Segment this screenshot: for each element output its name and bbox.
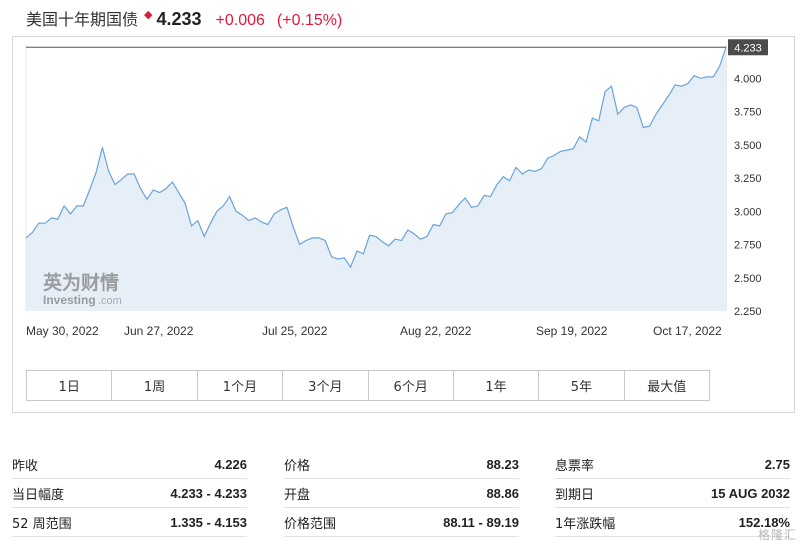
stat-value: 2.75 (764, 456, 790, 472)
stat-value: 88.86 (486, 485, 519, 501)
stats-column-3: 息票率 2.75 到期日 15 AUG 2032 1年涨跌幅 152.18% (555, 450, 790, 537)
last-price: 4.233 (156, 9, 202, 29)
x-tick-label: Sep 19, 2022 (536, 324, 608, 338)
stat-label: 1年涨跌幅 (555, 516, 616, 532)
range-button-1y[interactable]: 1年 (453, 371, 540, 400)
chart-panel: 4.233 4.000 3.750 3.500 3.250 3.000 2.750 2.500… (12, 36, 795, 413)
stat-row: 52 周范围 1.335 - 4.153 (12, 508, 247, 537)
stat-value: 4.226 (214, 456, 247, 472)
y-tick-label: 2.500 (734, 273, 762, 285)
stat-value: 15 AUG 2032 (710, 485, 790, 501)
stat-label: 息票率 (555, 458, 595, 474)
range-button-max[interactable]: 最大值 (624, 371, 709, 400)
series-area-fill (26, 47, 726, 312)
stat-value: 4.233 - 4.233 (170, 485, 247, 501)
stat-label: 当日幅度 (12, 487, 65, 503)
stat-value: 88.23 (486, 456, 519, 472)
y-tick-label: 3.750 (734, 107, 762, 119)
range-button-3m[interactable]: 3个月 (283, 371, 369, 400)
x-tick-label: Jun 27, 2022 (124, 324, 194, 338)
stat-row: 当日幅度 4.233 - 4.233 (12, 479, 247, 508)
instrument-title: 美国十年期国债 (26, 10, 139, 29)
up-marker-icon: ◆ (144, 9, 153, 21)
y-tick-label: 2.750 (734, 240, 762, 252)
time-range-selector: 1日 1周 1个月 3个月 6个月 1年 5年 最大值 (26, 370, 710, 401)
range-button-5y[interactable]: 5年 (539, 371, 625, 400)
investing-logo-suffix: .com (98, 295, 122, 307)
x-tick-label: Jul 25, 2022 (262, 324, 328, 338)
stat-row: 到期日 15 AUG 2032 (555, 479, 790, 508)
watermark-logo: 格隆汇 (757, 528, 797, 542)
range-button-1m[interactable]: 1个月 (197, 371, 284, 400)
last-value-label: 4.233 (734, 42, 762, 54)
x-tick-label: Oct 17, 2022 (653, 324, 722, 338)
y-tick-label: 3.500 (734, 140, 762, 152)
stat-label: 价格 (284, 458, 311, 474)
stat-row: 价格 88.23 (284, 450, 519, 479)
range-button-6m[interactable]: 6个月 (368, 371, 454, 400)
stat-label: 到期日 (555, 487, 595, 503)
price-change-percent: (+0.15%) (276, 12, 343, 29)
y-tick-label: 3.250 (734, 173, 762, 185)
stat-row: 1年涨跌幅 152.18% (555, 508, 790, 537)
x-tick-label: May 30, 2022 (26, 324, 99, 338)
range-button-1w[interactable]: 1周 (112, 371, 198, 400)
stat-label: 52 周范围 (12, 516, 72, 532)
investing-logo-cn: 英为财情 (43, 271, 119, 294)
range-button-1d[interactable]: 1日 (27, 371, 113, 400)
x-tick-label: Aug 22, 2022 (400, 324, 472, 338)
y-tick-label: 3.000 (734, 206, 762, 218)
stat-value: 88.11 - 89.19 (443, 514, 519, 530)
stat-row: 价格范围 88.11 - 89.19 (284, 508, 519, 537)
stats-column-1: 昨收 4.226 当日幅度 4.233 - 4.233 52 周范围 1.335… (12, 450, 247, 537)
stat-row: 息票率 2.75 (555, 450, 790, 479)
y-tick-label: 4.000 (734, 73, 762, 85)
price-change: +0.006 (215, 12, 265, 29)
stat-row: 开盘 88.86 (284, 479, 519, 508)
investing-logo-en: Investing (43, 293, 96, 307)
stat-value: 1.335 - 4.153 (170, 514, 247, 530)
stat-label: 昨收 (12, 458, 39, 474)
stat-label: 价格范围 (284, 516, 337, 532)
stat-label: 开盘 (284, 487, 311, 503)
stat-row: 昨收 4.226 (12, 450, 247, 479)
yield-chart[interactable]: 4.233 4.000 3.750 3.500 3.250 3.000 2.750 2.500… (13, 37, 794, 367)
stats-column-2: 价格 88.23 开盘 88.86 价格范围 88.11 - 89.19 (284, 450, 519, 537)
quote-header: 美国十年期国债 ◆ 4.233 +0.006 (+0.15%) (26, 6, 342, 32)
y-tick-label: 2.250 (734, 306, 762, 318)
